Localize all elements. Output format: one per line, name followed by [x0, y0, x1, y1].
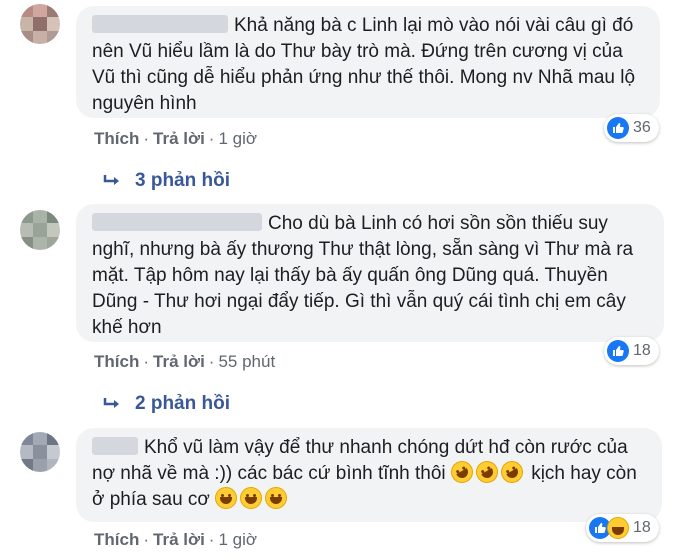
haha-reaction-icon: [607, 517, 629, 539]
grin-emoji-icon: [240, 487, 263, 509]
avatar[interactable]: [20, 432, 60, 472]
replies-count: 2 phản hồi: [135, 393, 230, 414]
comment-bubble: Khả năng bà c Linh lại mò vào nói vài câ…: [76, 6, 660, 118]
separator: ·: [143, 352, 150, 371]
commenter-name-blurred[interactable]: [92, 15, 228, 33]
timestamp[interactable]: 1 giờ: [218, 129, 257, 149]
reply-button[interactable]: Trả lời: [153, 530, 205, 550]
reply-button[interactable]: Trả lời: [153, 129, 205, 149]
grin-emoji-icon: [265, 487, 288, 509]
comment-actions: Thích · Trả lời · 1 giờ: [94, 129, 257, 149]
like-button[interactable]: Thích: [94, 530, 139, 550]
view-replies-link[interactable]: 2 phản hồi: [103, 393, 230, 415]
comment-bubble: Cho dù bà Linh có hơi sồn sồn thiếu suy …: [76, 204, 664, 342]
comment-actions: Thích · Trả lời · 55 phút: [94, 352, 275, 372]
replies-count: 3 phản hồi: [135, 170, 230, 191]
comment-actions: Thích · Trả lời · 1 giờ: [94, 530, 257, 550]
separator: ·: [208, 352, 215, 371]
comment-text: Cho dù bà Linh có hơi sồn sồn thiếu suy …: [92, 213, 634, 338]
separator: ·: [208, 129, 215, 148]
reaction-count: 36: [633, 119, 651, 136]
timestamp[interactable]: 55 phút: [218, 352, 275, 372]
separator: ·: [143, 530, 150, 549]
reply-button[interactable]: Trả lời: [153, 352, 205, 372]
avatar[interactable]: [20, 4, 60, 44]
like-reaction-icon: [607, 117, 629, 139]
avatar[interactable]: [20, 210, 60, 250]
commenter-name-blurred[interactable]: [92, 213, 262, 231]
reaction-summary[interactable]: 36: [604, 114, 659, 142]
like-button[interactable]: Thích: [94, 352, 139, 372]
like-reaction-icon: [607, 340, 629, 362]
reply-arrow-icon: [103, 398, 119, 408]
view-replies-link[interactable]: 3 phản hồi: [103, 170, 230, 192]
reaction-summary[interactable]: 18: [604, 337, 659, 365]
separator: ·: [208, 530, 215, 549]
commenter-name-blurred[interactable]: [92, 437, 138, 455]
rofl-emoji-icon: [471, 456, 502, 488]
reaction-count: 18: [633, 519, 651, 536]
reply-arrow-icon: [103, 175, 119, 185]
timestamp[interactable]: 1 giờ: [218, 530, 257, 550]
like-button[interactable]: Thích: [94, 129, 139, 149]
reaction-summary[interactable]: 18: [586, 514, 659, 542]
comment-bubble: Khổ vũ làm vậy để thư nhanh chóng dứt hđ…: [76, 428, 662, 522]
reaction-count: 18: [633, 342, 651, 359]
rofl-emoji-icon: [446, 456, 477, 488]
grin-emoji-icon: [215, 487, 238, 509]
separator: ·: [143, 129, 150, 148]
rofl-emoji-icon: [496, 456, 527, 488]
